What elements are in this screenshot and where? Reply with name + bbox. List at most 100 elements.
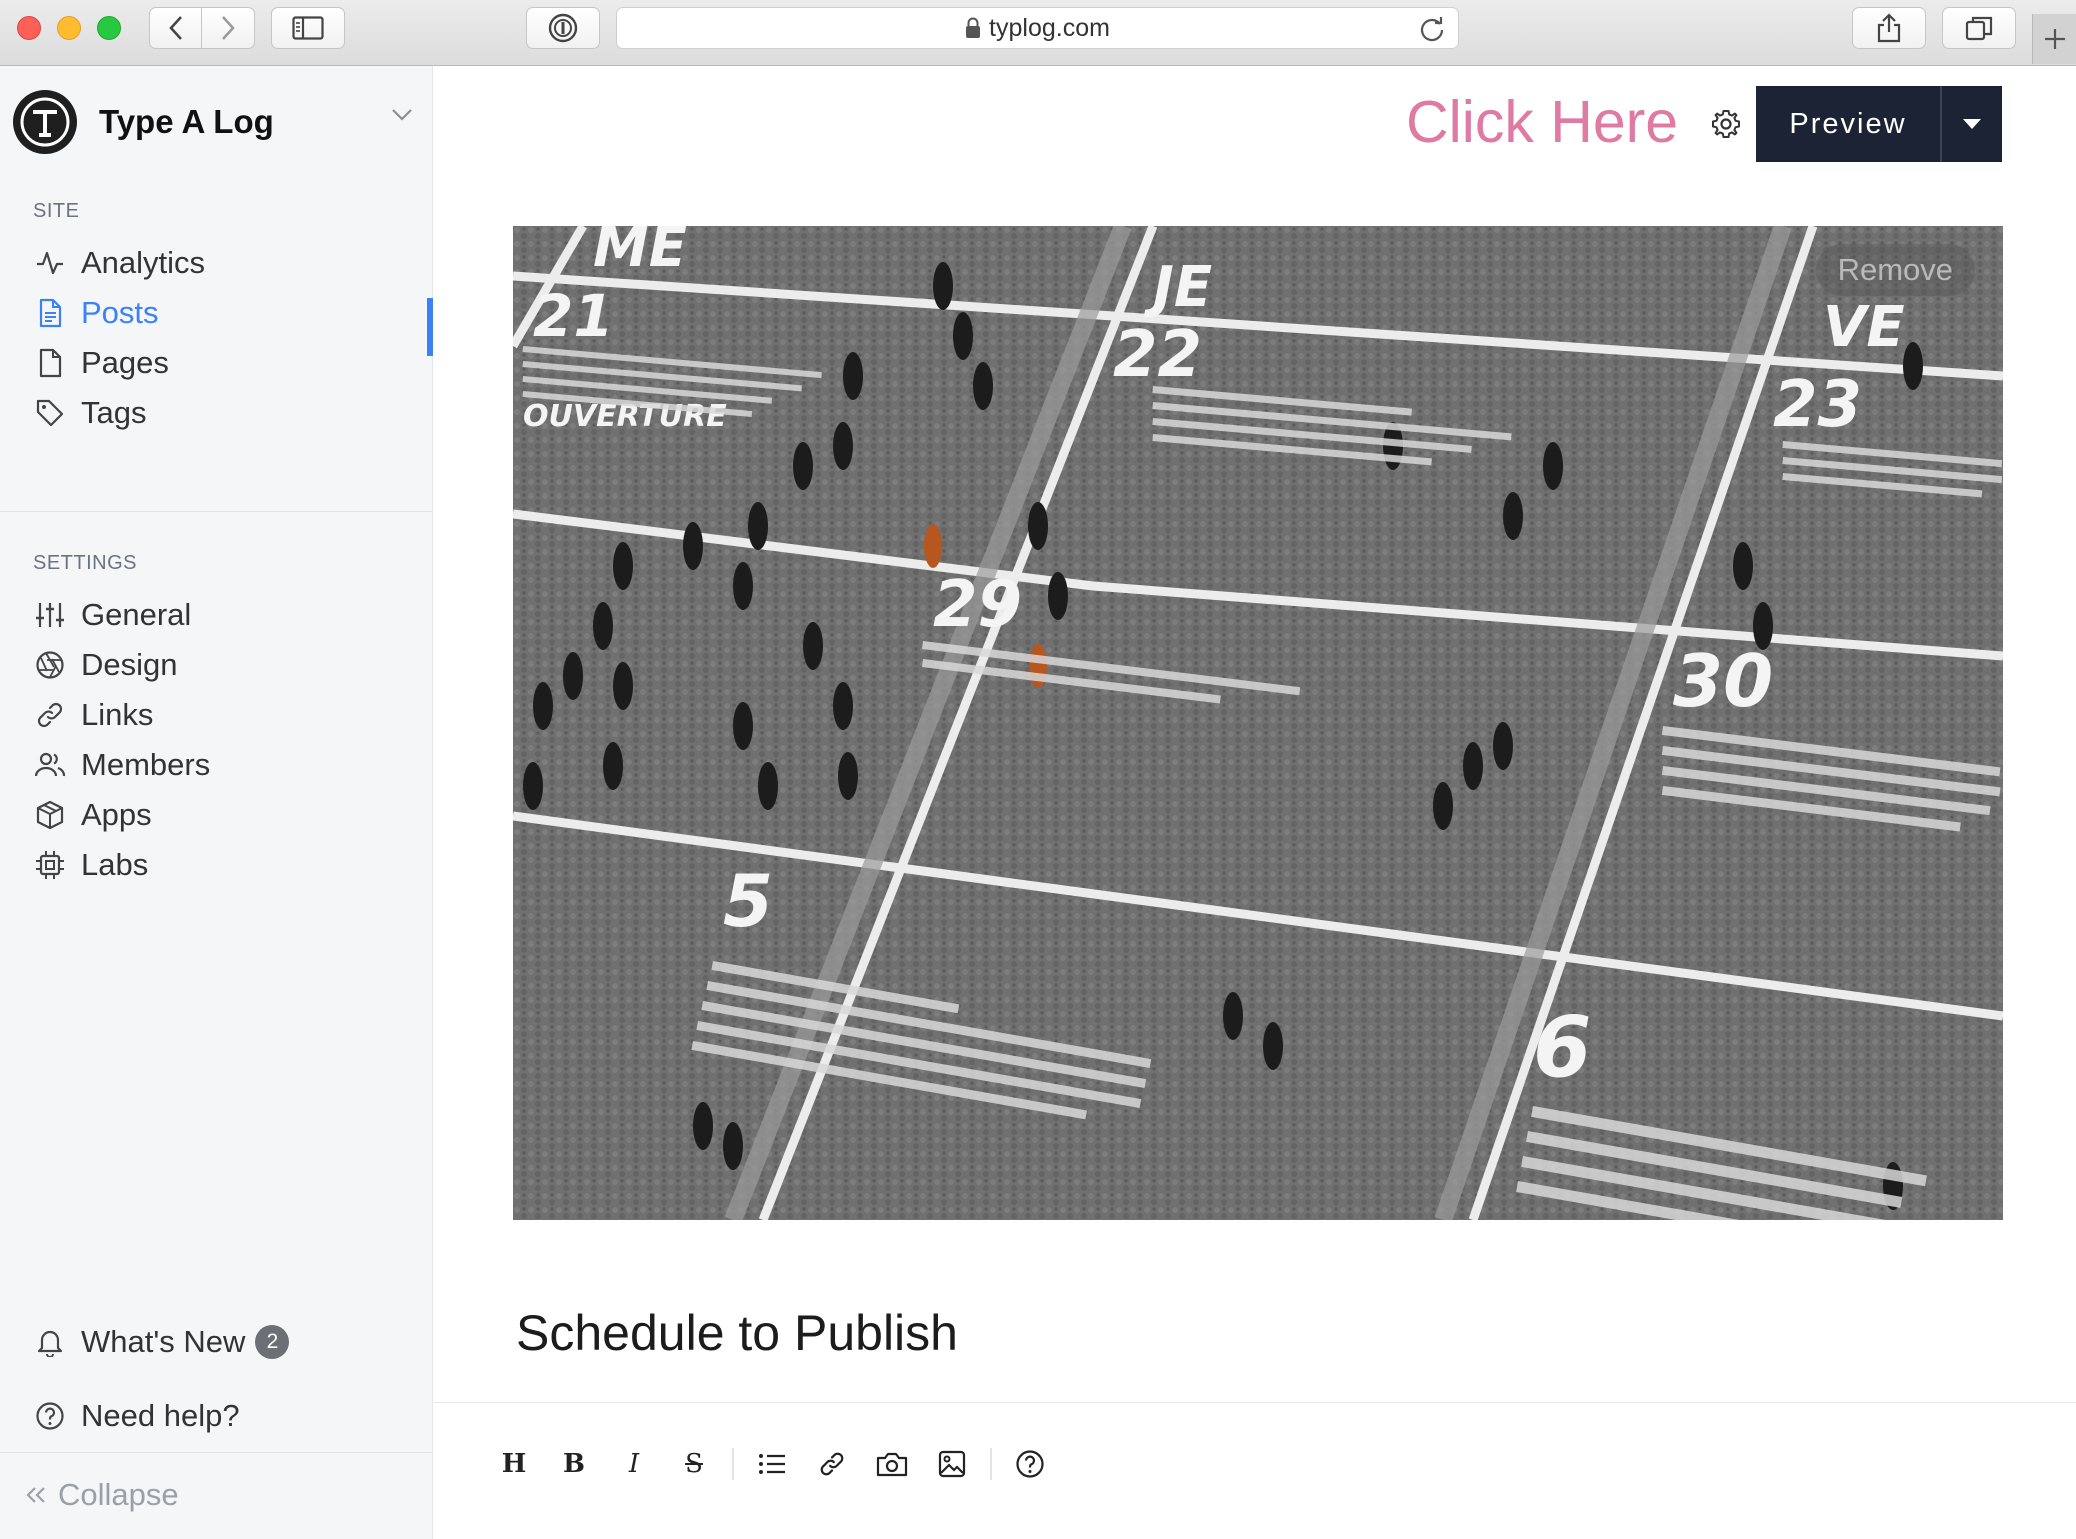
collapse-sidebar-button[interactable]: Collapse (24, 1477, 179, 1513)
history-navigation (149, 7, 255, 49)
sidebar-item-label: Apps (81, 797, 152, 832)
share-button[interactable] (1852, 7, 1926, 49)
chevrons-left-icon (26, 1487, 45, 1503)
svg-text:23: 23 (1773, 368, 1862, 442)
active-indicator (427, 298, 433, 356)
collapse-label: Collapse (58, 1477, 179, 1512)
help-circle-icon (33, 1399, 67, 1433)
sidebar-item-pages[interactable]: Pages (33, 338, 433, 388)
heading-button[interactable]: H (484, 1438, 544, 1490)
whats-new-button[interactable]: What's New 2 (33, 1317, 433, 1367)
cover-image[interactable]: ME JE VE 21 22 23 29 30 5 6 OUVERTURE Re… (513, 226, 2003, 1220)
sidebar-item-links[interactable]: Links (33, 690, 433, 740)
tag-icon (33, 396, 67, 430)
calendar-plaza-photo: ME JE VE 21 22 23 29 30 5 6 OUVERTURE (513, 226, 2003, 1220)
sidebar-item-label: Members (81, 747, 211, 782)
svg-text:JE: JE (1143, 255, 1212, 320)
caret-down-icon (1963, 119, 1981, 129)
site-name: Type A Log (99, 103, 274, 140)
address-bar[interactable]: typlog.com (616, 7, 1459, 49)
svg-text:ME: ME (593, 226, 687, 280)
tabs-overview-icon (1965, 16, 1993, 41)
sidebar-item-general[interactable]: General (33, 590, 433, 640)
sidebar-item-tags[interactable]: Tags (33, 388, 433, 438)
sidebar-item-members[interactable]: Members (33, 740, 433, 790)
whats-new-label: What's New (81, 1324, 246, 1359)
typlog-logo-icon (20, 97, 70, 147)
svg-text:30: 30 (1673, 639, 1773, 723)
insert-photo-button[interactable] (862, 1438, 922, 1490)
sidebar-item-label: Links (81, 697, 154, 732)
notification-count-badge: 2 (255, 1325, 290, 1359)
post-title-input[interactable]: Schedule to Publish (516, 1304, 958, 1362)
sidebar-item-posts[interactable]: Posts (33, 288, 433, 338)
users-icon (33, 748, 67, 782)
svg-text:22: 22 (1113, 318, 1202, 392)
chip-icon (33, 848, 67, 882)
box-icon (33, 798, 67, 832)
chevron-left-icon (168, 16, 182, 40)
editor-divider (434, 1402, 2076, 1403)
insert-link-button[interactable] (802, 1438, 862, 1490)
sidebar-item-apps[interactable]: Apps (33, 790, 433, 840)
remove-cover-button[interactable]: Remove (1815, 244, 1975, 296)
sidebar-icon (292, 16, 324, 40)
url-text: typlog.com (989, 13, 1110, 42)
sidebar-item-label: Analytics (81, 245, 206, 280)
svg-text:6: 6 (1533, 998, 1591, 1096)
chevron-right-icon (222, 16, 235, 40)
help-button[interactable]: Need help? (33, 1391, 433, 1441)
chevron-down-icon[interactable] (391, 108, 413, 122)
site-switcher[interactable]: Type A Log (13, 90, 413, 154)
show-tabs-button[interactable] (1942, 7, 2016, 49)
list-button[interactable] (742, 1438, 802, 1490)
browser-chrome: typlog.com (0, 0, 2076, 66)
help-circle-icon (1016, 1450, 1044, 1478)
sidebar-item-label: Posts (81, 295, 159, 330)
svg-text:29: 29 (933, 568, 1022, 642)
image-icon (938, 1450, 966, 1478)
share-icon (1877, 13, 1901, 43)
link-icon (33, 698, 67, 732)
settings-section-label: SETTINGS (33, 552, 138, 574)
close-window-button[interactable] (17, 16, 41, 40)
editor-help-button[interactable] (1000, 1438, 1060, 1490)
sidebar-item-analytics[interactable]: Analytics (33, 238, 433, 288)
site-section-label: SITE (33, 200, 80, 222)
activity-icon (33, 246, 67, 280)
password-manager-icon (548, 13, 578, 43)
list-icon (759, 1454, 785, 1474)
publish-options-dropdown[interactable] (1940, 86, 2002, 162)
bold-button[interactable]: B (544, 1438, 604, 1490)
insert-image-button[interactable] (922, 1438, 982, 1490)
forward-button[interactable] (202, 7, 255, 49)
zoom-window-button[interactable] (97, 16, 121, 40)
svg-text:21: 21 (533, 282, 614, 350)
sidebar-item-label: Pages (81, 345, 169, 380)
password-manager-button[interactable] (526, 7, 600, 49)
sidebar-toggle-button[interactable] (271, 7, 345, 49)
new-tab-button[interactable] (2032, 14, 2076, 64)
toolbar-separator (732, 1448, 734, 1480)
sliders-icon (33, 598, 67, 632)
sidebar-item-label: Tags (81, 395, 147, 430)
sidebar-item-labs[interactable]: Labs (33, 840, 433, 890)
reload-icon[interactable] (1418, 15, 1446, 43)
bell-icon (33, 1325, 67, 1359)
italic-button[interactable]: I (604, 1438, 664, 1490)
post-editor: Click Here Preview ME JE VE 21 22 23 29 … (434, 66, 2076, 1539)
strikethrough-button[interactable]: S (664, 1438, 724, 1490)
site-logo (13, 90, 77, 154)
toolbar-separator (990, 1448, 992, 1480)
sidebar-item-label: Design (81, 647, 178, 682)
link-icon (820, 1452, 844, 1476)
sidebar-item-label: General (81, 597, 192, 632)
plus-icon (2044, 29, 2065, 49)
gear-icon[interactable] (1710, 108, 1742, 140)
sidebar: Type A Log SITE Analytics Posts Pages Ta… (0, 66, 433, 1539)
back-button[interactable] (149, 7, 202, 49)
file-icon (33, 346, 67, 380)
sidebar-item-design[interactable]: Design (33, 640, 433, 690)
minimize-window-button[interactable] (57, 16, 81, 40)
preview-button[interactable]: Preview (1756, 86, 1940, 162)
